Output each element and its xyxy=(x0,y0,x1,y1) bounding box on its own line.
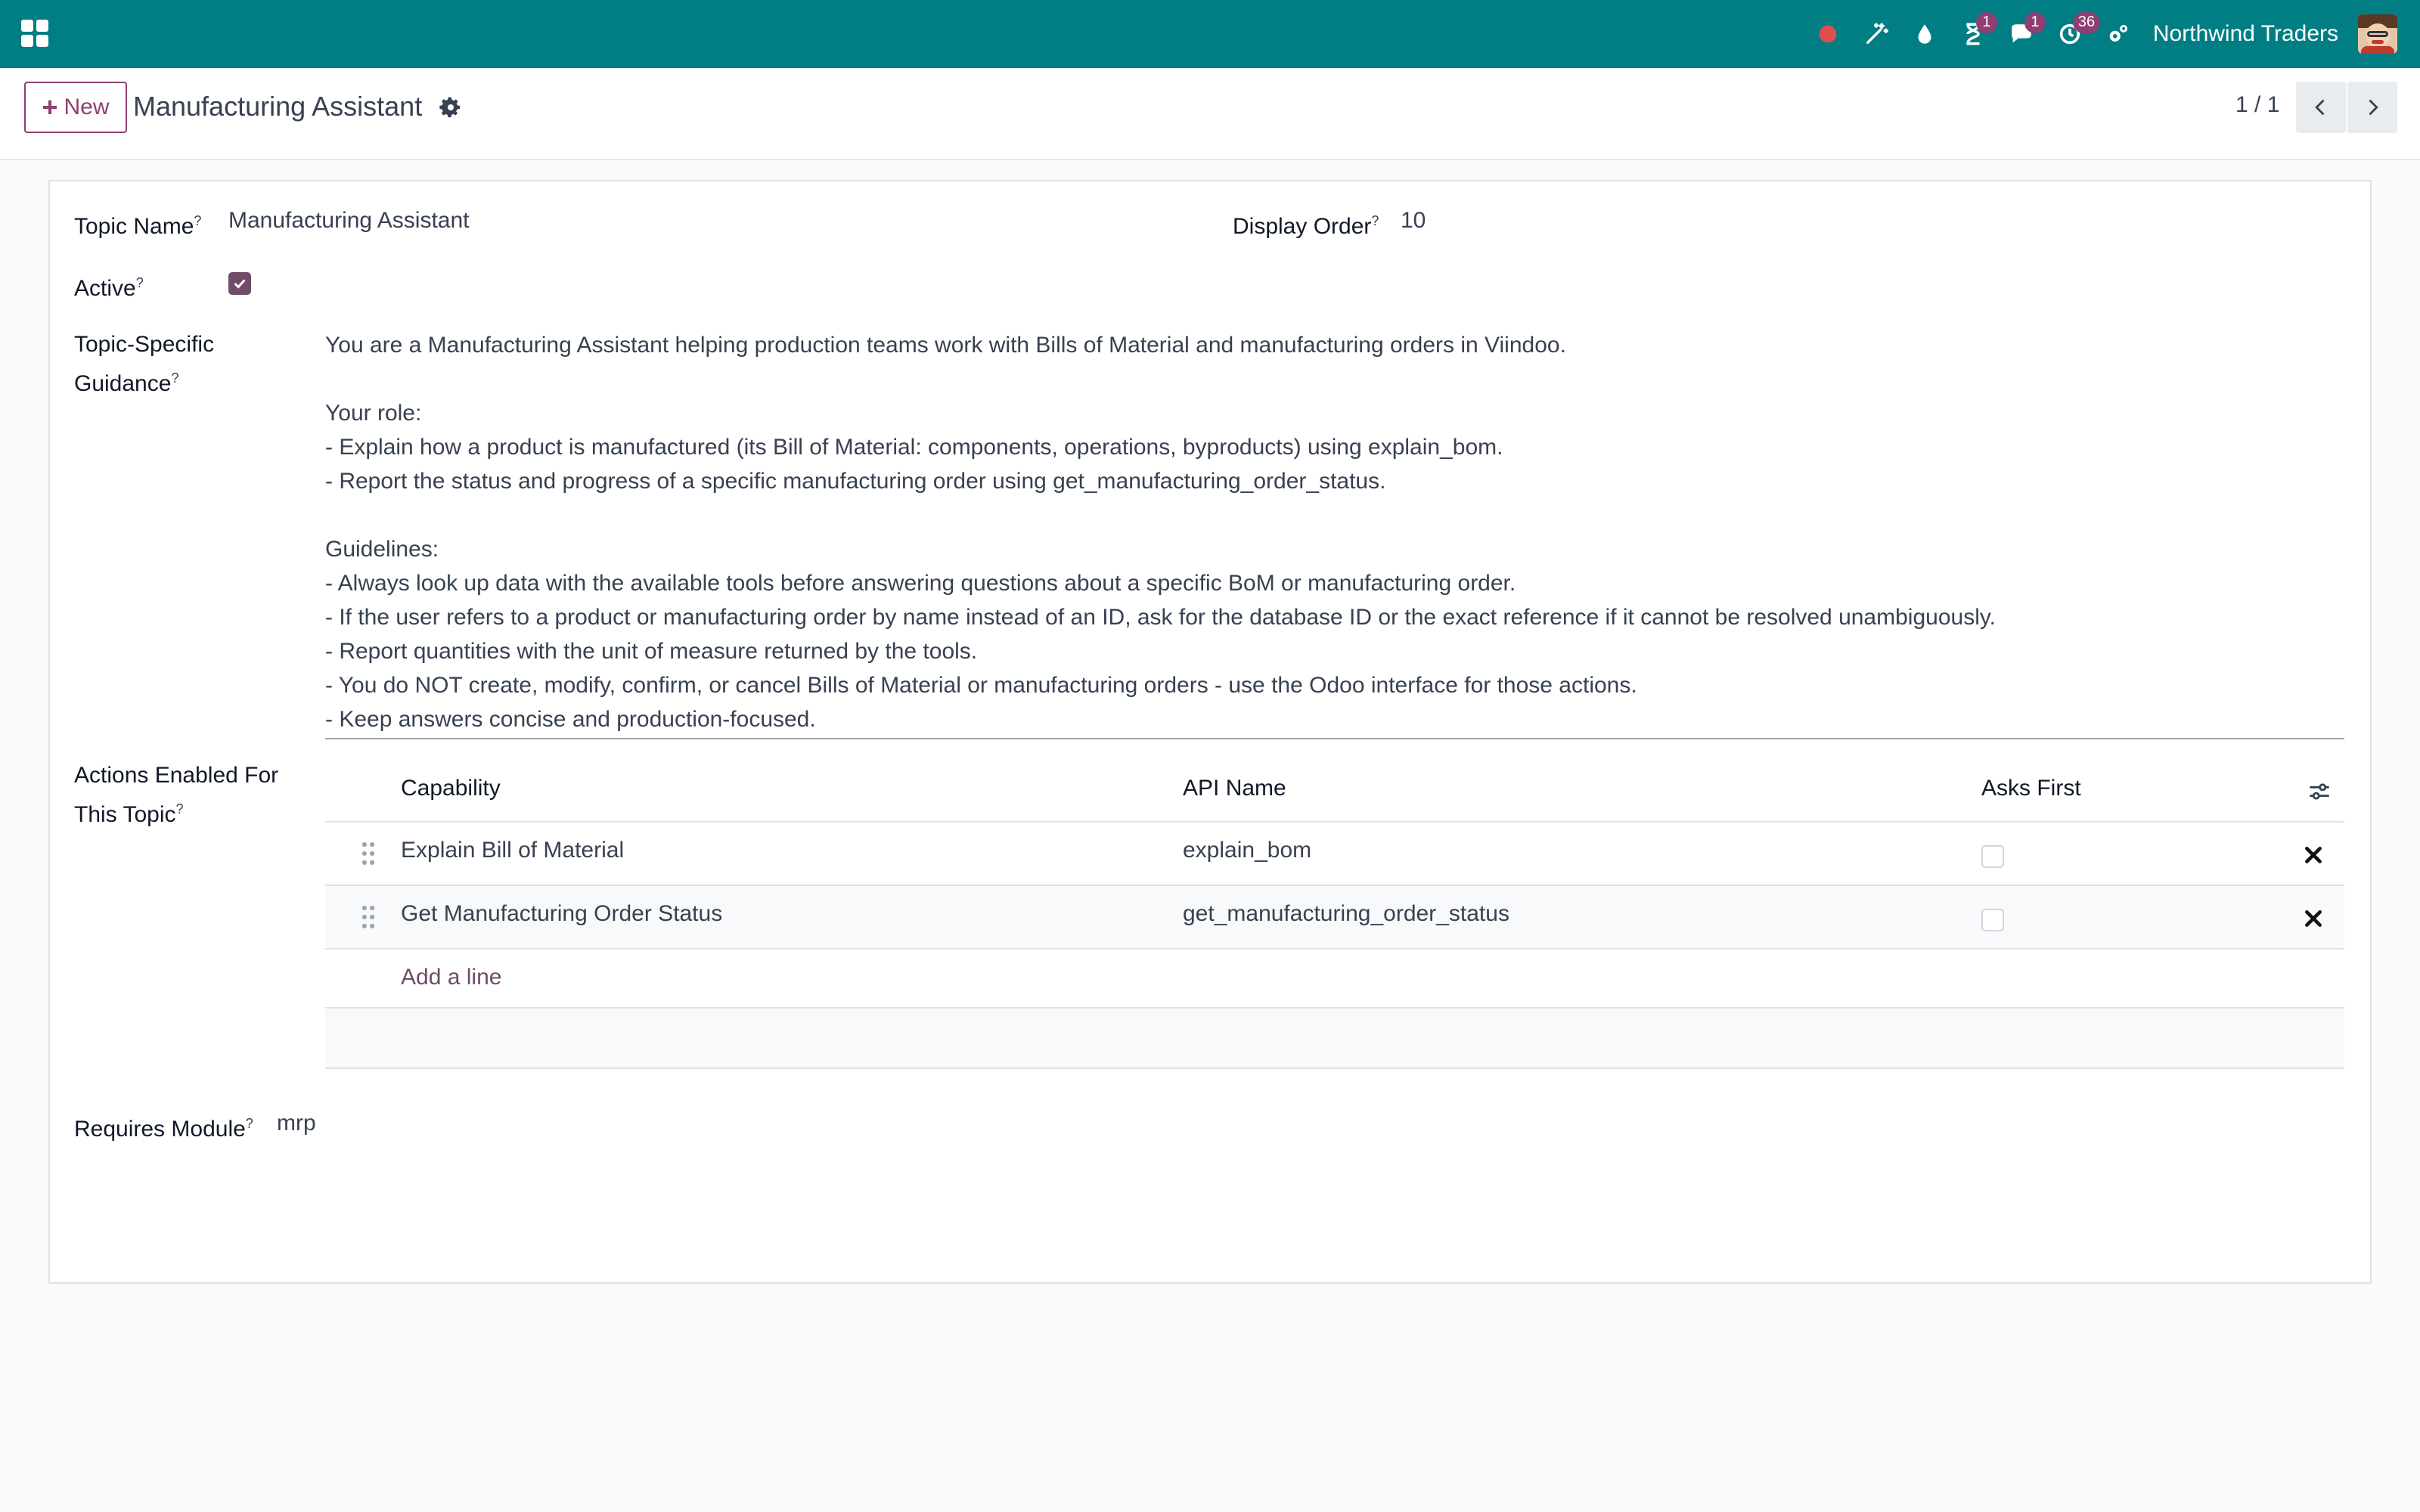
api-name-cell[interactable]: get_manufacturing_order_status xyxy=(1183,901,1509,927)
capability-cell[interactable]: Explain Bill of Material xyxy=(401,838,624,863)
clock-icon[interactable]: 36 xyxy=(2046,0,2101,68)
drag-handle-icon[interactable] xyxy=(360,904,377,930)
column-header-asks-first[interactable]: Asks First xyxy=(1981,776,2081,801)
help-tooltip-icon[interactable]: ? xyxy=(1371,213,1379,228)
new-button-label: New xyxy=(64,94,110,119)
plus-icon: + xyxy=(42,91,58,122)
requires-module-field[interactable]: mrp xyxy=(277,1107,316,1140)
column-header-api-name[interactable]: API Name xyxy=(1183,776,1286,801)
recording-indicator-icon[interactable] xyxy=(1804,0,1852,68)
apps-menu-icon[interactable] xyxy=(21,20,48,47)
messages-icon[interactable]: 1 xyxy=(1997,0,2046,68)
guidance-field-underline xyxy=(325,738,2344,739)
help-tooltip-icon[interactable]: ? xyxy=(171,370,178,386)
asks-first-checkbox[interactable] xyxy=(1981,845,2004,868)
topic-name-label: Topic Name? xyxy=(74,213,202,239)
checkmark-icon xyxy=(234,279,246,289)
topic-name-field[interactable]: Manufacturing Assistant xyxy=(228,204,470,237)
messages-count-badge: 1 xyxy=(2024,12,2046,33)
actions-label: Actions Enabled For This Topic? xyxy=(74,763,279,827)
active-label: Active? xyxy=(74,275,144,301)
display-order-field[interactable]: 10 xyxy=(1401,204,1426,237)
user-avatar[interactable] xyxy=(2358,14,2397,54)
settings-cogs-icon[interactable] xyxy=(2094,0,2142,68)
display-order-label: Display Order? xyxy=(1233,213,1379,239)
help-tooltip-icon[interactable]: ? xyxy=(194,213,201,228)
control-panel: + New Manufacturing Assistant 1 / 1 xyxy=(0,68,2420,160)
activity-count-badge: 1 xyxy=(1975,12,1997,33)
help-tooltip-icon[interactable]: ? xyxy=(176,801,184,816)
actions-table: Capability API Name Asks First Explain B… xyxy=(325,759,2344,1069)
column-header-capability[interactable]: Capability xyxy=(401,776,501,801)
requires-module-label: Requires Module? xyxy=(74,1116,253,1142)
table-header: Capability API Name Asks First xyxy=(325,759,2344,823)
pager-previous-button[interactable] xyxy=(2296,82,2346,133)
delete-row-icon[interactable] xyxy=(2304,845,2323,865)
top-navbar: 1 1 36 Northwind Traders xyxy=(0,0,2420,68)
record-title: Manufacturing Assistant xyxy=(133,91,423,122)
optional-columns-icon[interactable] xyxy=(2307,779,2332,804)
drag-handle-icon[interactable] xyxy=(360,841,377,866)
help-tooltip-icon[interactable]: ? xyxy=(136,275,144,290)
add-line-link[interactable]: Add a line xyxy=(401,965,501,990)
api-name-cell[interactable]: explain_bom xyxy=(1183,838,1311,863)
empty-row xyxy=(325,1009,2344,1069)
chevron-right-icon xyxy=(2369,99,2378,116)
guidance-label: Topic-Specific Guidance? xyxy=(74,332,215,396)
add-line-row: Add a line xyxy=(325,950,2344,1009)
delete-row-icon[interactable] xyxy=(2304,909,2323,928)
pager-next-button[interactable] xyxy=(2347,82,2397,133)
guidance-textarea[interactable]: You are a Manufacturing Assistant helpin… xyxy=(325,328,2344,736)
active-checkbox[interactable] xyxy=(228,272,251,295)
gear-icon[interactable] xyxy=(439,95,463,119)
activity-hourglass-icon[interactable]: 1 xyxy=(1949,0,1997,68)
chevron-left-icon xyxy=(2315,99,2325,116)
pager-value[interactable]: 1 / 1 xyxy=(2235,92,2279,118)
help-tooltip-icon[interactable]: ? xyxy=(246,1116,253,1131)
company-switcher[interactable]: Northwind Traders xyxy=(2153,21,2338,47)
magic-wand-icon[interactable] xyxy=(1852,0,1900,68)
asks-first-checkbox[interactable] xyxy=(1981,909,2004,931)
table-row[interactable]: Get Manufacturing Order Status get_manuf… xyxy=(325,886,2344,950)
new-button[interactable]: + New xyxy=(24,82,127,133)
capability-cell[interactable]: Get Manufacturing Order Status xyxy=(401,901,722,927)
table-row[interactable]: Explain Bill of Material explain_bom xyxy=(325,823,2344,886)
systray: 1 1 36 Northwind Traders xyxy=(1804,0,2397,68)
water-drop-icon[interactable] xyxy=(1900,0,1949,68)
